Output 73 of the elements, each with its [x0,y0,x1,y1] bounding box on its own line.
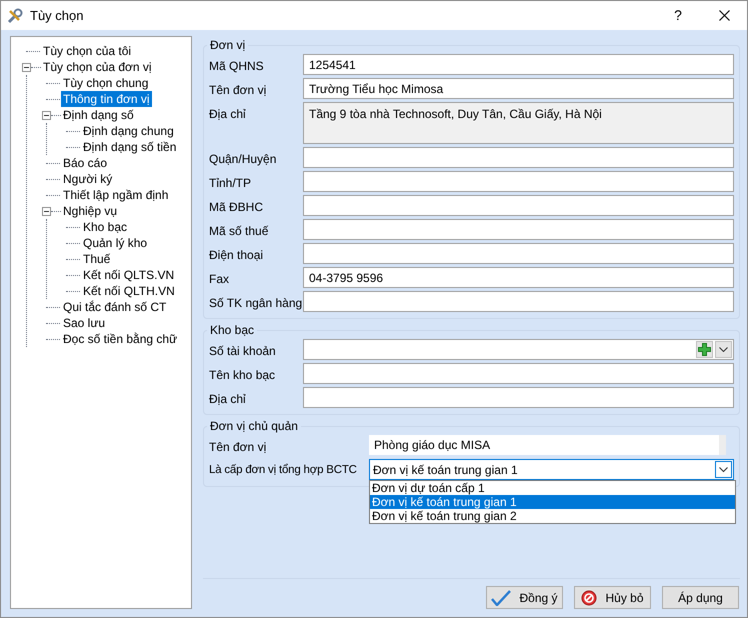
field-label: Địa chỉ [209,391,247,408]
field-label: Tên kho bạc [209,367,276,384]
tree-item[interactable]: Tùy chọn của đơn vị [41,59,154,75]
field-label: Số TK ngân hàng [209,295,303,312]
tree-item[interactable]: Định dạng chung [81,123,176,139]
tree-item[interactable]: Quản lý kho [81,235,150,251]
tree-item[interactable]: Kho bạc [81,219,130,235]
text-field[interactable]: 04-3795 9596 [303,267,734,288]
plus-icon [698,343,711,356]
dropdown-button[interactable] [715,341,732,358]
dropdown-option[interactable]: Đơn vị kế toán trung gian 2 [370,509,735,523]
field-label: Tỉnh/TP [209,175,252,192]
field-label: Tên đơn vị [209,82,268,99]
text-field[interactable] [303,387,734,408]
field-label: Điện thoại [209,247,264,264]
tools-icon [7,8,23,24]
tree-item[interactable]: Người ký [61,171,114,187]
account-combo-field[interactable] [303,339,734,360]
field-label: Tên đơn vị [209,439,268,456]
tree-item[interactable]: Báo cáo [61,155,110,171]
collapse-icon[interactable] [22,62,31,72]
field-label: Số tài khoản [209,343,277,360]
tree-item[interactable]: Thuế [81,251,112,267]
text-field[interactable] [303,363,734,384]
help-button[interactable]: ? [655,1,701,30]
tree-item[interactable]: Kết nối QLTH.VN [81,283,177,299]
add-button[interactable] [696,341,713,358]
address-field[interactable]: Tầng 9 tòa nhà Technosoft, Duy Tân, Cầu Giấy, Hà Nội [303,102,734,144]
text-field[interactable] [303,243,734,264]
group-title: Đơn vị [209,37,246,54]
level-select[interactable]: Đơn vị kế toán trung gian 1 [369,459,734,480]
field-label: Địa chỉ [209,106,247,123]
text-field[interactable]: 1254541 [303,54,734,75]
field-label: Mã QHNS [209,58,265,75]
group-title: Đơn vị chủ quản [209,418,299,435]
dialog-button[interactable]: Hủy bỏ [574,586,651,609]
tree-item[interactable]: Tùy chọn của tôi [41,43,134,59]
window-title: Tùy chọn [30,6,84,25]
tree-item[interactable]: Đọc số tiền bằng chữ [61,331,180,347]
dropdown-option[interactable]: Đơn vị kế toán trung gian 1 [370,495,735,509]
dialog-button[interactable]: Đồng ý [486,586,563,609]
prohibited-icon [581,590,598,606]
dialog-button[interactable]: Áp dụng [662,586,739,609]
field-label: Quận/Huyện [209,151,278,168]
text-field[interactable] [303,147,734,168]
text-field[interactable]: Phòng giáo dục MISA [369,435,726,455]
field-label: Là cấp đơn vị tổng hợp BCTC [209,462,358,478]
field-label: Fax [209,271,230,288]
dropdown-option[interactable]: Đơn vị dự toán cấp 1 [370,481,735,495]
tree-item[interactable]: Sao lưu [61,315,108,331]
tree-item[interactable]: Thiết lập ngầm định [61,187,170,203]
select-value: Đơn vị kế toán trung gian 1 [373,462,519,478]
tree-item[interactable]: Qui tắc đánh số CT [61,299,168,315]
checkmark-icon [491,590,512,606]
text-field[interactable]: Trường Tiểu học Mimosa [303,78,734,99]
chevron-down-icon[interactable] [715,461,732,478]
tree-item[interactable]: Kết nối QLTS.VN [81,267,176,283]
close-icon [718,10,730,21]
field-label: Mã ĐBHC [209,199,264,216]
field-label: Mã số thuế [209,223,270,240]
tree-item[interactable]: Nghiệp vụ [61,203,120,219]
text-field[interactable] [303,219,734,240]
tree-item[interactable]: Tùy chọn chung [61,75,150,91]
tree-item[interactable]: Định dạng số [61,107,136,123]
text-field[interactable] [303,291,734,312]
text-field[interactable] [303,171,734,192]
chevron-down-icon [719,347,728,352]
text-field[interactable] [303,195,734,216]
tree-item[interactable]: Thông tin đơn vị [61,91,152,107]
group-title: Kho bạc [209,322,256,339]
tree-item[interactable]: Định dạng số tiền [81,139,178,155]
collapse-icon[interactable] [42,206,51,216]
collapse-icon[interactable] [42,110,51,120]
